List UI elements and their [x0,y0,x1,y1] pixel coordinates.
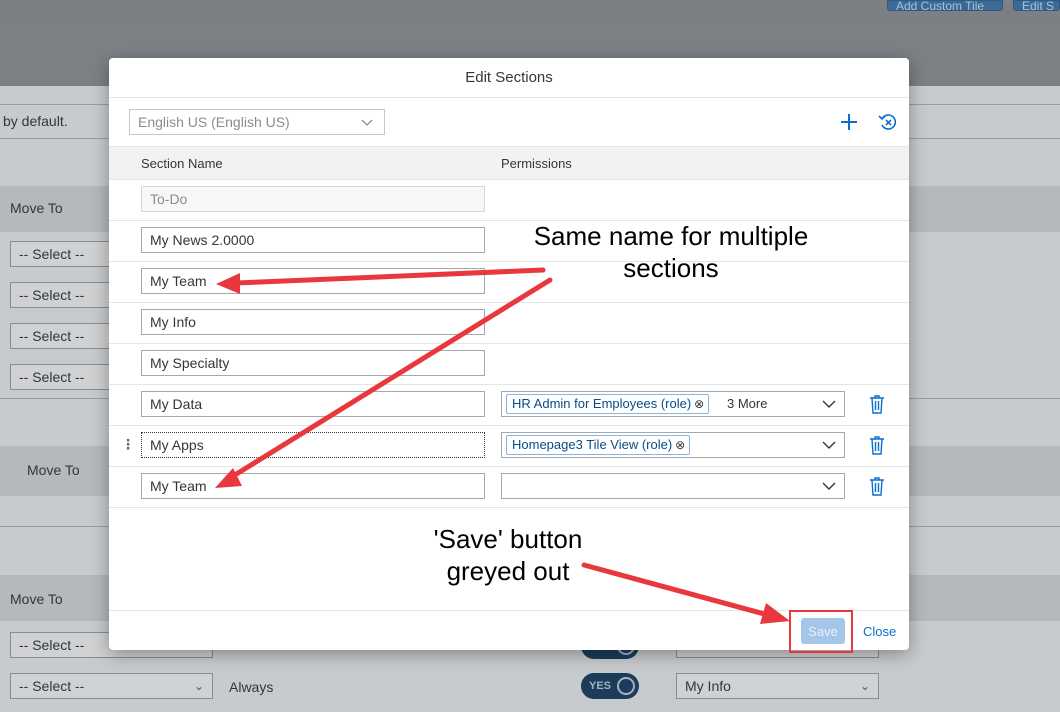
edit-button[interactable]: Edit S [1013,0,1060,11]
plus-icon [841,114,857,130]
reset-button[interactable] [876,110,900,134]
select-dropdown[interactable]: -- Select -- [10,323,110,349]
duplicate-name-annotation: Same name for multiple sections [533,221,809,283]
select-dropdown[interactable]: -- Select --⌄ [10,673,213,699]
language-row: English US (English US) [109,98,909,146]
trash-icon [870,477,884,496]
permission-token[interactable]: HR Admin for Employees (role) ⊗ [506,394,710,414]
move-to-label: Move To [10,591,63,607]
drag-handle-icon[interactable]: ⋮ [121,436,135,453]
table-row [109,180,909,221]
chevron-down-icon[interactable] [822,479,836,496]
section-name-input[interactable] [141,473,485,499]
section-name-input[interactable] [141,350,485,376]
dialog-title: Edit Sections [109,58,909,98]
select-dropdown[interactable]: -- Select -- [10,282,110,308]
trash-icon [870,395,884,414]
toggle-switch[interactable]: YES [581,673,639,699]
table-row [109,467,909,508]
default-text: by default. [3,113,68,129]
table-row [109,303,909,344]
permissions-header: Permissions [501,156,572,171]
section-name-input[interactable] [141,227,485,253]
permissions-multiselect[interactable]: Homepage3 Tile View (role) ⊗ [501,432,845,458]
chevron-down-icon[interactable] [822,438,836,455]
select-dropdown[interactable]: -- Select -- [10,364,110,390]
table-row: ⋮ Homepage3 Tile View (role)⊗ [109,426,909,467]
remove-token-icon[interactable]: ⊗ [675,438,685,452]
chevron-down-icon[interactable] [822,397,836,414]
permissions-multiselect[interactable] [501,473,845,499]
delete-row-button[interactable] [867,434,887,456]
section-name-header: Section Name [141,156,223,171]
move-to-label: Move To [10,200,63,216]
section-name-input[interactable] [141,309,485,335]
table-header: Section Name Permissions [109,146,909,180]
section-name-input[interactable] [141,432,485,458]
section-select[interactable]: My Info ⌄ [676,673,879,699]
more-tokens-link[interactable]: 3 More [727,396,767,411]
remove-token-icon[interactable]: ⊗ [694,397,704,411]
section-name-input [141,186,485,212]
table-row [109,344,909,385]
section-name-input[interactable] [141,268,485,294]
permission-token[interactable]: Homepage3 Tile View (role) ⊗ [506,435,691,455]
move-to-label: Move To [27,462,80,478]
section-name-input[interactable] [141,391,485,417]
chevron-down-icon [360,110,374,141]
add-custom-tile-button[interactable]: Add Custom Tile [887,0,1003,11]
chevron-down-icon: ⌄ [193,679,204,693]
delete-row-button[interactable] [867,475,887,497]
select-dropdown[interactable]: -- Select -- [10,241,110,267]
language-select[interactable]: English US (English US) [129,109,385,135]
table-row: HR Admin for Employees (role)⊗ 3 More [109,385,909,426]
save-greyed-annotation: 'Save' button greyed out [433,524,583,586]
delete-row-button[interactable] [867,393,887,415]
always-label: Always [229,679,274,695]
trash-icon [870,436,884,455]
reset-icon [878,114,897,130]
chevron-down-icon: ⌄ [859,679,870,693]
permissions-multiselect[interactable]: HR Admin for Employees (role) ⊗ 3 More [501,391,845,417]
add-section-button[interactable] [837,110,861,134]
close-button[interactable]: Close [857,618,901,644]
save-highlight-box [789,610,853,653]
